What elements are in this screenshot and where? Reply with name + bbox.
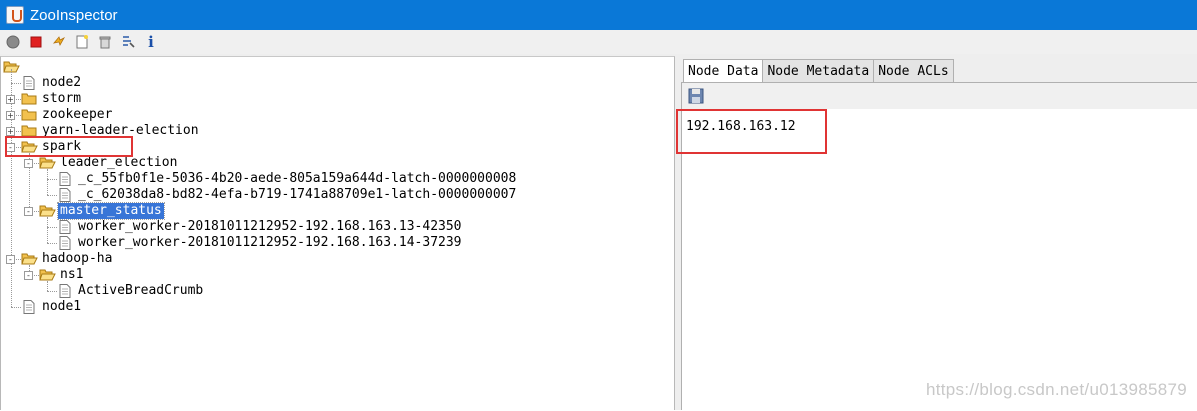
tree-connector: [47, 243, 57, 244]
window-title: ZooInspector: [30, 6, 118, 24]
file-node-icon: [21, 76, 40, 90]
file-node-icon: [57, 284, 76, 298]
tree-node-yarn-leader-election[interactable]: yarn-leader-election: [21, 123, 201, 139]
about-icon[interactable]: i: [142, 33, 160, 51]
file-node-icon: [57, 172, 76, 186]
tree-node-label: yarn-leader-election: [42, 123, 199, 138]
tree-node-worker-worker-20181011212952-192-168-163-14-37239[interactable]: worker_worker-20181011212952-192.168.163…: [57, 235, 464, 251]
main-area: node2 storm + zookeeper + yarn-leader-electio…: [0, 54, 1197, 411]
tree-node-ns1[interactable]: ns1: [39, 267, 85, 283]
window-titlebar: ZooInspector: [0, 0, 1197, 30]
tree-node-worker-worker-20181011212952-192-168-163-13-42350[interactable]: worker_worker-20181011212952-192.168.163…: [57, 219, 464, 235]
tree-node-label: hadoop-ha: [42, 251, 113, 266]
folder-open-icon: [39, 204, 58, 218]
tree-node-zookeeper[interactable]: zookeeper: [21, 107, 114, 123]
file-node-icon: [21, 300, 40, 314]
tree-node-label: storm: [42, 91, 82, 106]
expand-icon[interactable]: +: [6, 111, 15, 120]
tab-node-data[interactable]: Node Data: [683, 59, 764, 84]
disconnect-icon[interactable]: [27, 33, 45, 51]
tree-connector: [11, 307, 21, 308]
node-data-text[interactable]: 192.168.163.12: [682, 109, 1197, 411]
tree-node-label: _c_62038da8-bd82-4efa-b719-1741a88709e1-…: [78, 187, 517, 202]
tree-node-c-55fb0f1e-5036-4b20-aede-805a159a644d-latch-0000000008[interactable]: _c_55fb0f1e-5036-4b20-aede-805a159a644d-…: [57, 171, 518, 187]
tree-connector: [47, 179, 57, 180]
tab-node-acls[interactable]: Node ACLs: [873, 59, 954, 83]
tree-node-label: master_status: [57, 202, 165, 220]
tree-node-label: leader_election: [60, 155, 178, 170]
tree-node-c-62038da8-bd82-4efa-b719-1741a88709e1-latch-0000000007[interactable]: _c_62038da8-bd82-4efa-b719-1741a88709e1-…: [57, 187, 518, 203]
folder-open-icon: [39, 156, 58, 170]
folder-open-icon: [39, 268, 58, 282]
node-data-toolbar: [682, 83, 1197, 109]
tree-node-label: node2: [42, 75, 82, 90]
file-node-icon: [57, 188, 76, 202]
tree-connector: [47, 291, 57, 292]
tree-node-activebreadcrumb[interactable]: ActiveBreadCrumb: [57, 283, 205, 299]
watermark: https://blog.csdn.net/u013985879: [925, 380, 1187, 399]
znode-tree[interactable]: node2 storm + zookeeper + yarn-leader-electio…: [0, 56, 675, 410]
tree-node-label: worker_worker-20181011212952-192.168.163…: [78, 235, 462, 250]
tree-node-label: ns1: [60, 267, 84, 282]
folder-icon: [21, 92, 40, 106]
tree-node-storm[interactable]: storm: [21, 91, 83, 107]
expand-icon[interactable]: +: [6, 95, 15, 104]
tree-node-hadoop-ha[interactable]: hadoop-ha: [21, 251, 114, 267]
folder-icon: [21, 108, 40, 122]
tab-node-metadata[interactable]: Node Metadata: [762, 59, 875, 83]
node-viewers-icon[interactable]: [119, 33, 137, 51]
tree-connector: [11, 83, 21, 84]
tree-guide-line: [47, 169, 48, 195]
toolbar: i: [0, 30, 1197, 54]
tree-node-node2[interactable]: node2: [21, 75, 83, 91]
java-app-icon: [6, 6, 24, 24]
file-node-icon: [57, 220, 76, 234]
tree-node-label: node1: [42, 299, 82, 314]
about-glyph: i: [148, 33, 154, 51]
folder-icon: [21, 124, 40, 138]
folder-open-icon: [21, 252, 40, 266]
viewer-tabs: Node Data Node Metadata Node ACLs: [683, 59, 954, 84]
tree-node-node1[interactable]: node1: [21, 299, 83, 315]
collapse-icon[interactable]: -: [24, 271, 33, 280]
tree-guide-line: [47, 217, 48, 243]
collapse-icon[interactable]: -: [24, 159, 33, 168]
save-icon[interactable]: [688, 88, 704, 104]
tree-node-label: zookeeper: [42, 107, 113, 122]
file-node-icon: [57, 236, 76, 250]
delete-node-icon[interactable]: [96, 33, 114, 51]
collapse-icon[interactable]: -: [24, 207, 33, 216]
connect-icon[interactable]: [4, 33, 22, 51]
tree-node-leader-election[interactable]: leader_election: [39, 155, 179, 171]
tree-connector: [47, 227, 57, 228]
collapse-icon[interactable]: -: [6, 143, 15, 152]
collapse-icon[interactable]: -: [6, 255, 15, 264]
node-viewer-panel: Node Data Node Metadata Node ACLs 192.16…: [681, 56, 1197, 411]
tree-node-label: worker_worker-20181011212952-192.168.163…: [78, 219, 462, 234]
tree-node-label: spark: [42, 139, 82, 154]
tree-node-master-status[interactable]: master_status: [39, 202, 165, 220]
folder-open-icon: [21, 140, 40, 154]
tree-guide-line: [11, 69, 12, 307]
node-data-panel: 192.168.163.12: [681, 82, 1197, 411]
refresh-icon[interactable]: [50, 33, 68, 51]
node-data-value: 192.168.163.12: [686, 119, 796, 134]
tree-node-label: _c_55fb0f1e-5036-4b20-aede-805a159a644d-…: [78, 171, 517, 186]
tree-node-spark[interactable]: spark: [21, 139, 83, 155]
add-node-icon[interactable]: [73, 33, 91, 51]
tree-connector: [47, 195, 57, 196]
expand-icon[interactable]: +: [6, 127, 15, 136]
tree-node-label: ActiveBreadCrumb: [78, 283, 204, 298]
